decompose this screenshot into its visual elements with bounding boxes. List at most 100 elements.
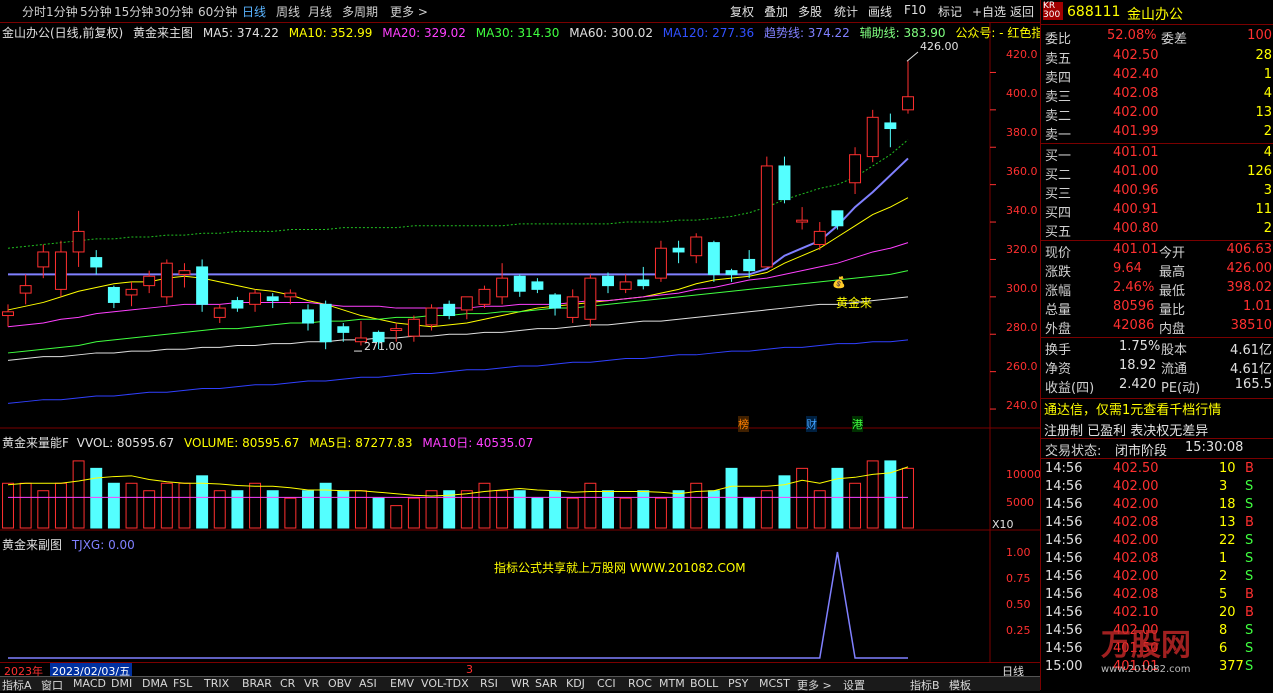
indicator-tab-25[interactable]: 设置 bbox=[843, 677, 865, 693]
indicator-tab-7[interactable]: BRAR bbox=[242, 677, 272, 690]
tab-6[interactable]: 日线 bbox=[242, 3, 266, 20]
indicator-tab-20[interactable]: MTM bbox=[659, 677, 685, 690]
indicator-tab-22[interactable]: PSY bbox=[728, 677, 748, 690]
sub-indicator-name[interactable]: 黄金来副图 bbox=[2, 538, 62, 552]
volume-bar-10 bbox=[178, 482, 191, 529]
vol-indicator-name[interactable]: 黄金来量能F bbox=[2, 436, 69, 450]
bid-row-1: 买二 401.00 126 bbox=[1041, 164, 1273, 183]
quote-row-0: 现价 401.01 今开 406.63 bbox=[1041, 242, 1273, 261]
toolbar-button-3[interactable]: 统计 bbox=[834, 3, 858, 20]
tab-5[interactable]: 60分钟 bbox=[198, 3, 237, 20]
indicator-tab-4[interactable]: DMA bbox=[142, 677, 168, 690]
indicator-tab-1[interactable]: 窗口 bbox=[41, 677, 63, 693]
indicator-tab-18[interactable]: CCI bbox=[597, 677, 616, 690]
indicator-tab-26[interactable]: 指标B bbox=[910, 677, 940, 693]
bid-row-3: 买四 400.91 11 bbox=[1041, 202, 1273, 221]
promo-line-1[interactable]: 通达信，仅需1元查看千档行情 bbox=[1041, 399, 1273, 418]
volume-bar-8 bbox=[143, 490, 156, 529]
tick-vol: 20 bbox=[1219, 605, 1236, 620]
tag-gang[interactable]: 港 bbox=[852, 416, 863, 432]
ask-vol: 28 bbox=[1255, 48, 1272, 63]
ask-vol: 2 bbox=[1263, 124, 1272, 139]
toolbar-button-4[interactable]: 画线 bbox=[868, 3, 892, 20]
indicator-tab-24[interactable]: 更多 > bbox=[797, 677, 832, 693]
toolbar-button-0[interactable]: 复权 bbox=[730, 3, 754, 20]
volume-bar-7 bbox=[125, 482, 138, 529]
tag-bang[interactable]: 榜 bbox=[738, 416, 749, 432]
quote-value-2: 1.01 bbox=[1243, 299, 1272, 314]
indicator-tab-6[interactable]: TRIX bbox=[204, 677, 229, 690]
ma5-label: MA5: 374.22 bbox=[202, 26, 279, 40]
indicator-tab-8[interactable]: CR bbox=[280, 677, 295, 690]
tick-vol: 2 bbox=[1219, 569, 1228, 584]
tab-10[interactable]: 更多 > bbox=[390, 3, 428, 20]
ask-price: 402.50 bbox=[1113, 48, 1159, 63]
indicator-tab-3[interactable]: DMI bbox=[111, 677, 132, 690]
toolbar-button-7[interactable]: +自选 bbox=[972, 3, 1006, 20]
indicator-tab-2[interactable]: MACD bbox=[73, 677, 106, 690]
indicator-tab-21[interactable]: BOLL bbox=[690, 677, 718, 690]
indicator-tab-15[interactable]: WR bbox=[511, 677, 530, 690]
indicator-tab-19[interactable]: ROC bbox=[628, 677, 652, 690]
ma20-label: MA20: 329.02 bbox=[382, 26, 466, 40]
main_yaxis-tick-7: 280.0 bbox=[1006, 321, 1038, 334]
tab-7[interactable]: 周线 bbox=[276, 3, 300, 20]
candle-body-11 bbox=[196, 266, 209, 305]
toolbar-button-1[interactable]: 叠加 bbox=[764, 3, 788, 20]
volume-ma5-line bbox=[7, 466, 909, 497]
tick-vol: 18 bbox=[1219, 497, 1236, 512]
chart-area[interactable]: 金山办公(日线,前复权) 黄金来主图 MA5: 374.22 MA10: 352… bbox=[0, 22, 1077, 662]
ma-line-ma30 bbox=[7, 270, 909, 354]
tab-2[interactable]: 5分钟 bbox=[80, 3, 112, 20]
tick-price: 402.00 bbox=[1113, 533, 1159, 548]
chart-title: 金山办公(日线,前复权) bbox=[2, 26, 124, 40]
bid-vol: 2 bbox=[1263, 221, 1272, 236]
indicator-tab-27[interactable]: 模板 bbox=[949, 677, 971, 693]
volume-bar-33 bbox=[584, 482, 597, 529]
toolbar-button-2[interactable]: 多股 bbox=[798, 3, 822, 20]
tag-cai[interactable]: 财 bbox=[806, 416, 817, 432]
quote-row-1: 涨跌 9.64 最高 426.00 bbox=[1041, 261, 1273, 280]
indicator-tab-10[interactable]: OBV bbox=[328, 677, 351, 690]
candle-body-35 bbox=[619, 281, 632, 290]
volume-bar-26 bbox=[460, 490, 473, 529]
indicator-tab-17[interactable]: KDJ bbox=[566, 677, 585, 690]
volume-label: VOLUME: 80595.67 bbox=[184, 436, 300, 450]
volume-bar-28 bbox=[496, 490, 509, 529]
tab-1[interactable]: 1分钟 bbox=[46, 3, 78, 20]
indicator-tab-9[interactable]: VR bbox=[304, 677, 319, 690]
tab-9[interactable]: 多周期 bbox=[342, 3, 378, 20]
indicator-tab-0[interactable]: 指标A bbox=[2, 677, 32, 693]
tab-8[interactable]: 月线 bbox=[308, 3, 332, 20]
quote-row-3: 总量 80596 量比 1.01 bbox=[1041, 299, 1273, 318]
tick-row-4: 14:56 402.00 22 S bbox=[1041, 533, 1273, 552]
tick-row-0: 14:56 402.50 10 B bbox=[1041, 461, 1273, 480]
toolbar-button-8[interactable]: 返回 bbox=[1010, 3, 1034, 20]
tab-4[interactable]: 30分钟 bbox=[154, 3, 193, 20]
tick-time: 14:56 bbox=[1045, 551, 1083, 566]
toolbar-button-6[interactable]: 标记 bbox=[938, 3, 962, 20]
quote-row-2: 涨幅 2.46% 最低 398.02 bbox=[1041, 280, 1273, 299]
tick-price: 402.08 bbox=[1113, 551, 1159, 566]
ask-label: 卖五 bbox=[1045, 52, 1072, 67]
indicator-tab-13[interactable]: VOL-TDX bbox=[421, 677, 469, 690]
weicha-value: 100 bbox=[1247, 28, 1272, 43]
ask-label: 卖二 bbox=[1045, 109, 1072, 124]
indicator-tab-14[interactable]: RSI bbox=[480, 677, 498, 690]
panel-separator-4 bbox=[1041, 438, 1273, 439]
ask-vol: 1 bbox=[1263, 67, 1272, 82]
quote-label-2: 今开 bbox=[1159, 246, 1186, 261]
indicator-name[interactable]: 黄金来主图 bbox=[133, 26, 193, 40]
tab-3[interactable]: 15分钟 bbox=[114, 3, 153, 20]
indicator-tab-16[interactable]: SAR bbox=[535, 677, 557, 690]
indicator-tab-11[interactable]: ASI bbox=[359, 677, 377, 690]
candle-body-17 bbox=[302, 309, 314, 324]
candle-body-49 bbox=[866, 116, 879, 158]
indicator-tab-23[interactable]: MCST bbox=[759, 677, 790, 690]
indicator-tab-12[interactable]: EMV bbox=[390, 677, 414, 690]
ask-vol: 4 bbox=[1263, 86, 1272, 101]
toolbar-button-5[interactable]: F10 bbox=[904, 3, 926, 17]
volume-bar-47 bbox=[831, 467, 844, 529]
indicator-tab-5[interactable]: FSL bbox=[173, 677, 192, 690]
tab-0[interactable]: 分时 bbox=[22, 3, 46, 20]
